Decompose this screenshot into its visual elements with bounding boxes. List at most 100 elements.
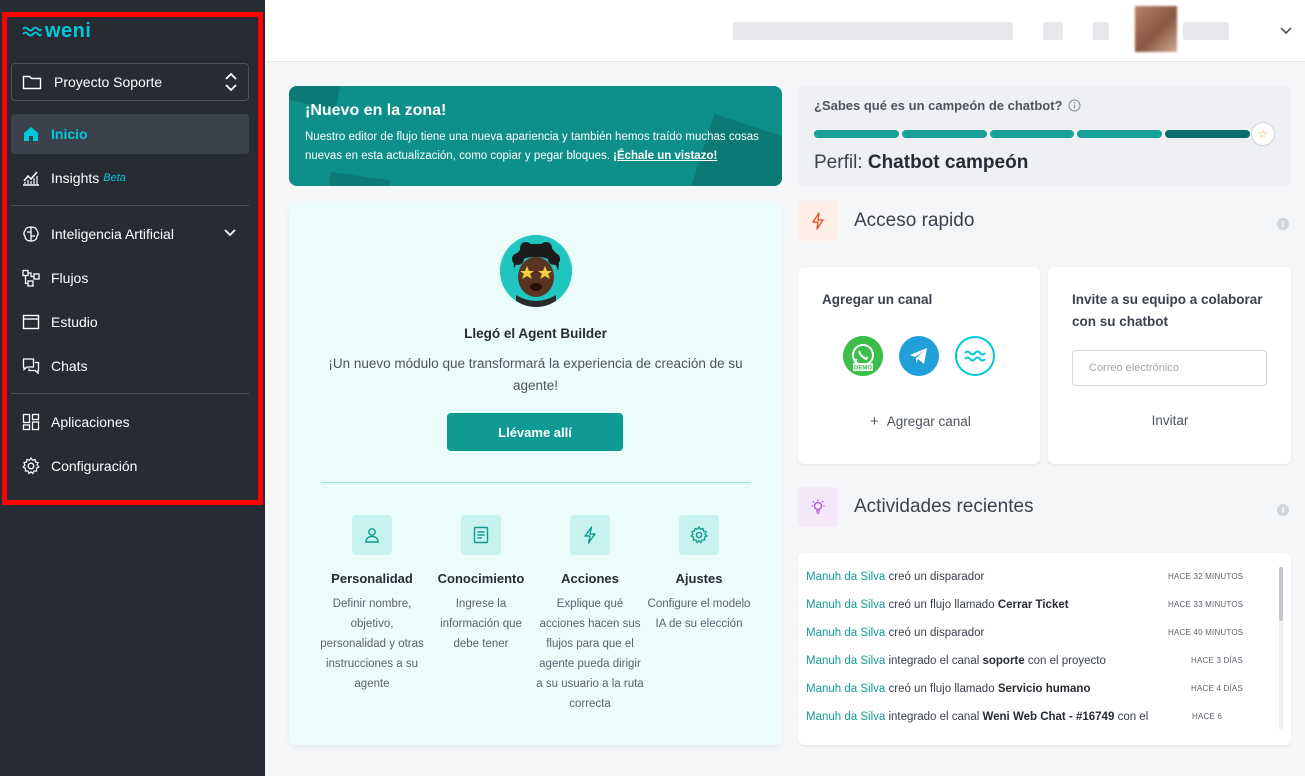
weni-wave-icon [22,26,42,36]
feature-description: Definir nombre, objetivo, personalidad y… [320,598,424,690]
sidebar-item-label: Estudio [51,314,98,330]
project-name: Proyecto Soporte [54,74,163,90]
document-icon [461,515,501,555]
quick-access-title: Acceso rapido [854,210,975,231]
progress-segment [814,130,899,138]
project-selector[interactable]: Proyecto Soporte [11,63,249,101]
activities-scrollbar[interactable] [1279,567,1283,729]
banner-link[interactable]: ¡Échale un vistazo! [613,150,717,162]
sidebar-item-estudio[interactable]: Estudio [11,302,249,342]
activity-user[interactable]: Manuh da Silva [806,571,885,583]
decorative-shape [327,171,391,186]
sidebar-item-label: Configuración [51,458,138,474]
agent-builder-description: ¡Un nuevo módulo que transformará la exp… [328,356,743,393]
activity-item: Manuh da Silva creó un flujo llamado Ser… [806,683,1243,695]
sidebar-item-configuracion[interactable]: Configuración [11,446,249,486]
blurred-element [1043,22,1063,40]
brain-icon [21,224,41,244]
blurred-element [1093,22,1109,40]
activity-time: HACE 40 MINUTOS [1168,628,1244,637]
activity-user[interactable]: Manuh da Silva [806,599,885,611]
plus-icon: + [870,413,879,430]
bolt-icon [570,515,610,555]
activity-time: HACE 33 MINUTOS [1168,600,1244,609]
activity-time: HACE 3 DÍAS [1191,656,1243,665]
whatsapp-demo-icon[interactable]: DEMO [843,336,883,376]
activity-user[interactable]: Manuh da Silva [806,655,885,667]
folder-icon [22,75,42,90]
feature-title: Conocimiento [437,571,525,586]
scrollbar-thumb[interactable] [1279,567,1283,621]
telegram-icon[interactable] [899,336,939,376]
progress-segment [901,130,987,138]
recent-activities-title: Actividades recientes [854,496,1034,517]
sidebar-item-label: Inicio [51,126,88,142]
feature-conocimiento: Conocimiento Ingrese la información que … [426,515,536,654]
feature-title: Ajustes [675,571,723,586]
info-icon [1068,99,1080,112]
logo-text: weni [45,20,92,42]
banner-text: Nuestro editor de flujo tiene una nueva … [305,131,759,162]
agent-avatar [500,235,572,307]
take-me-there-button[interactable]: Llévame allí [447,413,623,451]
activities-list: Manuh da Silva creó un disparador HACE 3… [798,553,1291,745]
home-icon [21,124,41,144]
champion-card: ¿Sabes qué es un campeón de chatbot? ☆ P… [798,86,1291,186]
user-avatar[interactable] [1135,6,1177,52]
window-icon [21,312,41,332]
chevron-down-icon[interactable] [1279,24,1293,38]
sidebar-item-label: Chats [51,358,88,374]
activity-item: Manuh da Silva creó un flujo llamado Cer… [806,599,1244,611]
gear-icon [21,456,41,476]
activity-item: Manuh da Silva creó un disparador HACE 3… [806,571,1244,583]
sidebar-divider [11,205,249,206]
add-channel-title: Agregar un canal [822,292,933,307]
blurred-user-info [733,22,1013,40]
email-field[interactable] [1072,350,1267,386]
invite-title: Invite a su equipo a colaborar con su ch… [1072,292,1263,329]
profile-value: Chatbot campeón [867,152,1029,173]
activity-item: Manuh da Silva integrado el canal Weni W… [806,711,1223,723]
divider [321,482,751,483]
info-icon[interactable]: i [1277,504,1289,516]
user-icon [352,515,392,555]
sidebar-item-label: Aplicaciones [51,414,130,430]
chart-line-icon [21,168,41,188]
feature-personalidad: Personalidad Definir nombre, objetivo, p… [317,515,427,694]
feature-acciones: Acciones Explique qué acciones hacen sus… [535,515,645,714]
activity-user[interactable]: Manuh da Silva [806,627,885,639]
activity-time: HACE 4 DÍAS [1191,684,1243,693]
profile-label: Perfil: Chatbot campeón [814,152,1029,173]
sidebar-item-insights[interactable]: Insights Beta [11,158,249,198]
activity-time: HACE 32 MINUTOS [1168,572,1244,581]
sidebar-item-inicio[interactable]: Inicio [11,114,249,154]
weni-webchat-icon[interactable] [955,336,995,376]
sidebar-item-chats[interactable]: Chats [11,346,249,386]
sidebar-item-label: Inteligencia Artificial [51,226,174,242]
agent-builder-title: Llegó el Agent Builder [464,326,607,341]
invite-button[interactable]: Invitar [1120,413,1220,428]
agent-builder-card: Llegó el Agent Builder ¡Un nuevo módulo … [289,203,782,745]
weni-logo[interactable]: weni [22,20,91,43]
activity-user[interactable]: Manuh da Silva [806,711,885,723]
activity-time: HACE 6 [1192,712,1223,721]
news-banner: ¡Nuevo en la zona! Nuestro editor de flu… [289,86,782,186]
sidebar-item-inteligencia-artificial[interactable]: Inteligencia Artificial [11,214,249,254]
sidebar-item-aplicaciones[interactable]: Aplicaciones [11,402,249,442]
info-icon[interactable]: i [1277,218,1289,230]
feature-title: Personalidad [331,571,413,586]
activity-user[interactable]: Manuh da Silva [806,683,885,695]
feature-description: Configure el modelo IA de su elección [647,598,751,630]
champion-question[interactable]: ¿Sabes qué es un campeón de chatbot? [814,98,1275,113]
chevron-down-icon [224,229,236,237]
add-channel-button[interactable]: + Agregar canal [870,413,971,430]
apps-grid-icon [21,412,41,432]
chevron-up-down-icon [225,72,237,92]
sidebar-item-flujos[interactable]: Flujos [11,258,249,298]
activity-item: Manuh da Silva integrado el canal soport… [806,655,1243,667]
sidebar-item-label: Insights [51,170,100,186]
progress-segment [1165,130,1250,138]
banner-title: ¡Nuevo en la zona! [305,102,447,119]
add-channel-label: Agregar canal [886,414,971,429]
gear-icon [679,515,719,555]
